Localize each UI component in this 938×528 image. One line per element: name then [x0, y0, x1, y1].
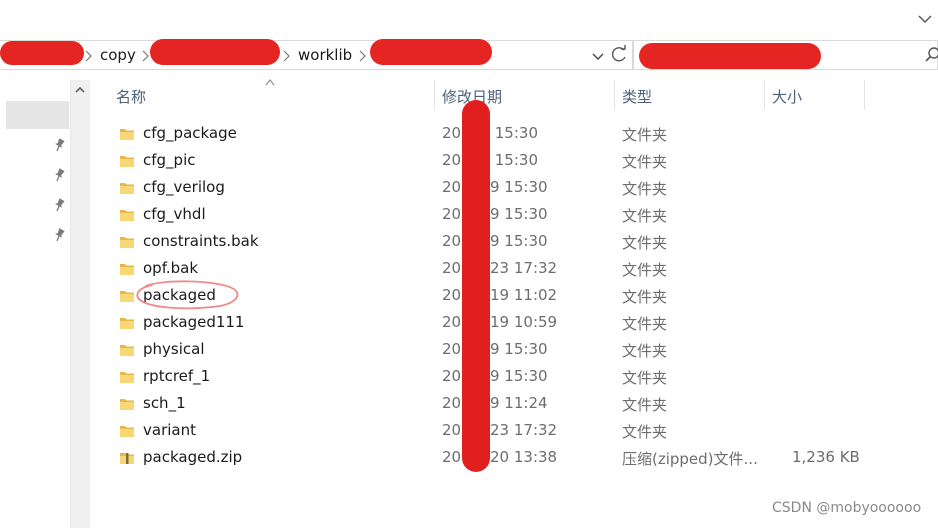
search-icon[interactable]: [924, 45, 938, 65]
column-divider[interactable]: [864, 80, 865, 110]
file-row[interactable]: physical 202 1/9 15:30 文件夹: [100, 336, 890, 363]
file-type: 压缩(zipped)文件...: [622, 450, 758, 468]
redacted-search-text: [639, 43, 821, 69]
folder-icon: [120, 345, 134, 356]
file-type: 文件夹: [622, 369, 668, 387]
title-strip: [0, 0, 938, 40]
nav-scrollbar[interactable]: [70, 80, 90, 528]
file-size: 1,236 KB: [792, 448, 860, 466]
file-row[interactable]: sch_1 20 1/19 11:24 文件夹: [100, 390, 890, 417]
file-type: 文件夹: [622, 396, 668, 414]
folder-icon: [120, 183, 134, 194]
file-date: 20 12/20 13:38: [442, 448, 558, 466]
file-row[interactable]: cfg_verilog 202 1/9 15:30 文件夹: [100, 174, 890, 201]
redaction-mark: [462, 100, 490, 472]
file-date: 202 1/19 10:59: [442, 313, 558, 331]
zip-folder-icon: [120, 453, 134, 464]
file-type: 文件夹: [622, 288, 668, 306]
file-name: sch_1: [143, 394, 186, 412]
file-name: cfg_verilog: [143, 178, 225, 196]
folder-icon: [120, 129, 134, 140]
scroll-up-arrow-icon[interactable]: [73, 83, 87, 97]
file-date: 20 12/23 17:32: [442, 421, 558, 439]
file-date: 201 2/23 17:32: [442, 259, 558, 277]
folder-icon: [120, 426, 134, 437]
file-name: rptcref_1: [143, 367, 211, 385]
column-divider[interactable]: [434, 80, 435, 110]
file-row[interactable]: opf.bak 201 2/23 17:32 文件夹: [100, 255, 890, 282]
redacted-crumb: [150, 39, 280, 65]
breadcrumb-separator-icon: [283, 50, 290, 62]
column-header-type[interactable]: 类型: [622, 86, 652, 107]
folder-icon: [120, 399, 134, 410]
folder-icon: [120, 264, 134, 275]
file-date: 202 1/9 15:30: [442, 205, 548, 223]
pin-icon[interactable]: [52, 227, 66, 243]
column-header-size[interactable]: 大小: [772, 86, 802, 107]
redacted-crumb: [370, 39, 492, 65]
file-date: 20 1/19 11:24: [442, 394, 548, 412]
file-type: 文件夹: [622, 261, 668, 279]
file-name: cfg_package: [143, 124, 237, 142]
file-date: 20 1/9 15:30: [442, 124, 538, 142]
file-type: 文件夹: [622, 153, 668, 171]
file-row[interactable]: packaged111 202 1/19 10:59 文件夹: [100, 309, 890, 336]
file-name: physical: [143, 340, 205, 358]
pin-icon[interactable]: [52, 197, 66, 213]
file-type: 文件夹: [622, 234, 668, 252]
breadcrumb-separator-icon: [85, 50, 92, 62]
file-row[interactable]: constraints.bak 202 1/9 15:30 文件夹: [100, 228, 890, 255]
file-name: opf.bak: [143, 259, 199, 277]
address-bar[interactable]: copy worklib: [0, 39, 634, 70]
breadcrumb-copy[interactable]: copy: [100, 46, 136, 64]
expand-ribbon-chevron-icon[interactable]: [914, 8, 936, 30]
search-input[interactable]: [632, 40, 938, 70]
file-name: cfg_pic: [143, 151, 196, 169]
redacted-crumb: [0, 41, 84, 65]
file-name: constraints.bak: [143, 232, 259, 250]
pin-icon[interactable]: [52, 137, 66, 153]
pin-icon[interactable]: [52, 167, 66, 183]
file-date: 202 1/19 11:02: [442, 286, 558, 304]
file-date: 202 1/9 15:30: [442, 340, 548, 358]
breadcrumb-worklib[interactable]: worklib: [298, 46, 352, 64]
file-type: 文件夹: [622, 342, 668, 360]
folder-icon: [120, 210, 134, 221]
file-date: 202 1/9 15:30: [442, 367, 548, 385]
file-date: 202 1/9 15:30: [442, 232, 548, 250]
file-row[interactable]: packaged.zip 20 12/20 13:38 压缩(zipped)文件..…: [100, 444, 890, 471]
folder-icon: [120, 237, 134, 248]
file-type: 文件夹: [622, 126, 668, 144]
file-name: packaged.zip: [143, 448, 243, 466]
folder-icon: [120, 372, 134, 383]
watermark-text: CSDN @mobyoooooo: [772, 500, 922, 516]
file-row[interactable]: cfg_package 20 1/9 15:30 文件夹: [100, 120, 890, 147]
file-name: variant: [143, 421, 196, 439]
file-date: 202 1/9 15:30: [442, 178, 548, 196]
file-date: 20 1/9 15:30: [442, 151, 538, 169]
file-row[interactable]: rptcref_1 202 1/9 15:30 文件夹: [100, 363, 890, 390]
file-name: packaged111: [143, 313, 245, 331]
refresh-button[interactable]: [606, 40, 634, 70]
folder-icon: [120, 318, 134, 329]
file-type: 文件夹: [622, 315, 668, 333]
breadcrumb-separator-icon: [359, 50, 366, 62]
refresh-icon: [611, 45, 626, 62]
file-row[interactable]: variant 20 12/23 17:32 文件夹: [100, 417, 890, 444]
sort-ascending-icon: [265, 79, 275, 86]
column-divider[interactable]: [614, 80, 615, 110]
annotation-circle: [136, 280, 239, 310]
file-type: 文件夹: [622, 180, 668, 198]
column-header-name[interactable]: 名称: [116, 86, 146, 107]
file-row[interactable]: cfg_pic 20 1/9 15:30 文件夹: [100, 147, 890, 174]
column-divider[interactable]: [764, 80, 765, 110]
file-type: 文件夹: [622, 207, 668, 225]
file-name: cfg_vhdl: [143, 205, 206, 223]
file-type: 文件夹: [622, 423, 668, 441]
nav-selected-item[interactable]: [6, 101, 69, 129]
file-row[interactable]: cfg_vhdl 202 1/9 15:30 文件夹: [100, 201, 890, 228]
folder-icon: [120, 156, 134, 167]
address-history-dropdown-icon[interactable]: [588, 46, 608, 66]
